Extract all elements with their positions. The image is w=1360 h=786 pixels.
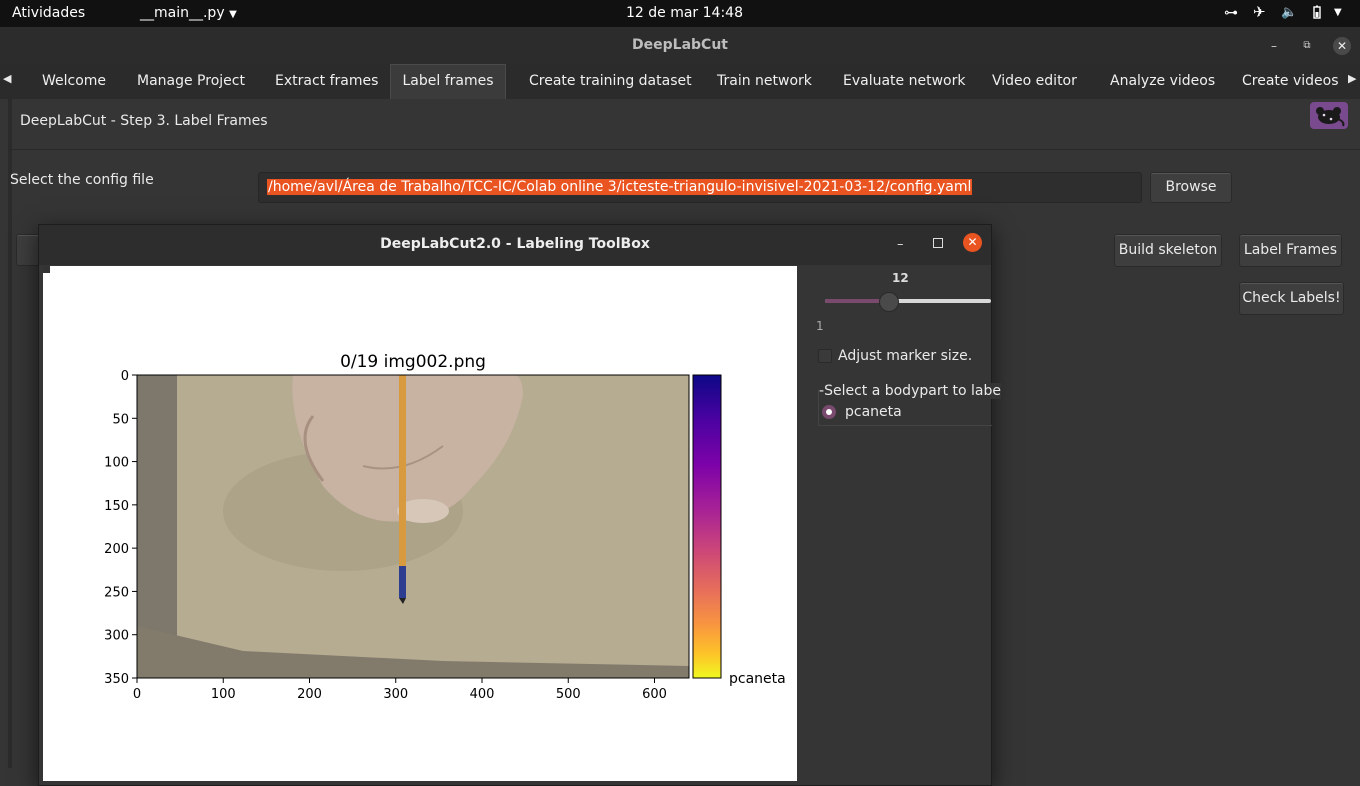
- tab-extract-frames[interactable]: Extract frames: [275, 64, 378, 99]
- system-top-bar: Atividades __main__.py ▼ 12 de mar 14:48…: [0, 0, 1360, 27]
- system-menu-chevron-icon[interactable]: ▼: [1334, 7, 1342, 18]
- dialog-title: DeepLabCut2.0 - Labeling ToolBox: [380, 236, 650, 252]
- bodypart-group-label: -Select a bodypart to labe: [819, 383, 1001, 399]
- frame-image: [137, 375, 689, 678]
- network-icon[interactable]: ⊶: [1224, 5, 1238, 21]
- marker-size-value: 12: [892, 271, 909, 285]
- adjust-marker-label: Adjust marker size.: [838, 348, 973, 364]
- x-tick-label: 100: [211, 687, 236, 702]
- tab-create-training-dataset[interactable]: Create training dataset: [529, 64, 692, 99]
- y-tick-label: 150: [104, 499, 129, 514]
- step-title: DeepLabCut - Step 3. Label Frames: [20, 113, 268, 129]
- y-tick-label: 100: [104, 456, 129, 471]
- divider: [8, 149, 1360, 150]
- tab-evaluate-network[interactable]: Evaluate network: [843, 64, 965, 99]
- slider-min-label: 1: [816, 319, 824, 333]
- bodypart-group-label-text: Select a bodypart to labe: [824, 383, 1001, 399]
- toolbar-handle: [43, 266, 50, 273]
- marker-size-slider-handle[interactable]: [878, 292, 899, 312]
- chevron-down-icon: ▼: [229, 9, 237, 20]
- config-path-input[interactable]: /home/avl/Área de Trabalho/TCC-IC/Colab …: [258, 172, 1142, 203]
- deeplabcut-logo: [1310, 102, 1348, 129]
- x-axis-ticks: 0 100 200 300 400 500 600: [133, 678, 667, 702]
- plot-figure: 0/19 img002.png 0 100 200 300 400 500 600 0 50 1…: [43, 266, 786, 702]
- tab-label-frames[interactable]: Label frames: [390, 64, 506, 100]
- window-titlebar: DeepLabCut – ⧉: [0, 27, 1360, 64]
- restore-icon[interactable]: ⧉: [1299, 38, 1315, 54]
- browse-button[interactable]: Browse: [1150, 172, 1232, 203]
- window-title: DeepLabCut: [632, 37, 728, 53]
- panel-left-border: [8, 99, 12, 768]
- plot-title: 0/19 img002.png: [340, 352, 486, 372]
- colorbar: [692, 374, 722, 679]
- volume-icon[interactable]: 🔈: [1281, 5, 1297, 20]
- y-tick-label: 350: [104, 672, 129, 687]
- dialog-close-icon[interactable]: ✕: [963, 233, 982, 252]
- clock[interactable]: 12 de mar 14:48: [626, 5, 743, 21]
- y-tick-label: 50: [112, 412, 129, 427]
- x-tick-label: 300: [383, 687, 408, 702]
- label-frames-button[interactable]: Label Frames: [1239, 234, 1342, 267]
- activities-button[interactable]: Atividades: [12, 5, 85, 21]
- image-plot-canvas[interactable]: 0/19 img002.png 0 100 200 300 400 500 600 0 50 1…: [43, 266, 797, 781]
- check-labels-button[interactable]: Check Labels!: [1239, 282, 1344, 315]
- config-path-selected-text: /home/avl/Área de Trabalho/TCC-IC/Colab …: [267, 179, 973, 195]
- build-skeleton-button[interactable]: Build skeleton: [1114, 234, 1222, 267]
- x-tick-label: 400: [470, 687, 495, 702]
- dialog-minimize-icon[interactable]: –: [897, 237, 904, 252]
- tab-train-network[interactable]: Train network: [717, 64, 812, 99]
- controls-panel: 12 1 Adjust marker size. -Select a bodyp…: [799, 266, 1001, 785]
- app-menu-label: __main__.py: [140, 5, 225, 21]
- tab-analyze-videos[interactable]: Analyze videos: [1110, 64, 1215, 99]
- tab-bar: ◀ Welcome Manage Project Extract frames …: [0, 64, 1360, 100]
- config-file-label: Select the config file: [10, 172, 154, 188]
- battery-icon[interactable]: [1310, 5, 1324, 23]
- tab-welcome[interactable]: Welcome: [42, 64, 106, 99]
- adjust-marker-checkbox[interactable]: [818, 349, 832, 363]
- tab-scroll-left-icon[interactable]: ◀: [3, 72, 11, 85]
- minimize-icon[interactable]: –: [1266, 38, 1282, 54]
- airplane-icon[interactable]: ✈: [1253, 3, 1266, 21]
- y-tick-label: 250: [104, 585, 129, 600]
- y-tick-label: 200: [104, 542, 129, 557]
- app-menu[interactable]: __main__.py ▼: [140, 5, 237, 21]
- y-tick-label: 300: [104, 629, 129, 644]
- y-axis-ticks: 0 50 100 150 200 250 300 350: [104, 369, 137, 687]
- labeling-toolbox-dialog: DeepLabCut2.0 - Labeling ToolBox – ✕ 0/1…: [38, 224, 1001, 786]
- x-tick-label: 600: [642, 687, 667, 702]
- dialog-maximize-icon[interactable]: [933, 238, 943, 248]
- x-tick-label: 500: [556, 687, 581, 702]
- x-tick-label: 0: [133, 687, 141, 702]
- close-icon[interactable]: ✕: [1333, 37, 1351, 55]
- dialog-titlebar: DeepLabCut2.0 - Labeling ToolBox – ✕: [39, 225, 991, 265]
- tab-manage-project[interactable]: Manage Project: [137, 64, 245, 99]
- tab-scroll-right-icon[interactable]: ▶: [1348, 72, 1356, 85]
- x-tick-label: 200: [297, 687, 322, 702]
- bodypart-radio-pcaneta[interactable]: [822, 405, 836, 419]
- y-tick-label: 0: [121, 369, 129, 384]
- tab-video-editor[interactable]: Video editor: [992, 64, 1077, 99]
- colorbar-label: pcaneta: [729, 671, 786, 687]
- tab-create-videos[interactable]: Create videos: [1242, 64, 1339, 99]
- bodypart-label-pcaneta: pcaneta: [845, 404, 902, 420]
